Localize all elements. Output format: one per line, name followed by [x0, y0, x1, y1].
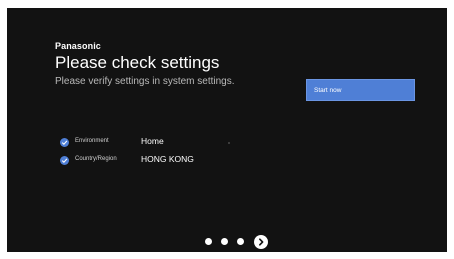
- page-dot: [205, 238, 212, 245]
- brand-logo: Panasonic: [55, 41, 101, 51]
- page-title: Please check settings: [55, 53, 220, 72]
- setting-label: Country/Region: [75, 156, 117, 162]
- tv-screen: Panasonic Please check settings Please v…: [7, 8, 447, 252]
- page-subtitle: Please verify settings in system setting…: [55, 76, 235, 87]
- check-icon: [60, 156, 69, 165]
- start-now-button[interactable]: Start now: [306, 79, 415, 101]
- page-dot: [237, 238, 244, 245]
- check-icon: [60, 138, 69, 147]
- setting-value: Home: [141, 136, 164, 146]
- next-page-button[interactable]: [254, 235, 268, 249]
- row-indicator-dot: [228, 142, 230, 144]
- page-dot: [221, 238, 228, 245]
- setting-value: HONG KONG: [141, 154, 194, 164]
- setting-label: Environment: [75, 138, 109, 144]
